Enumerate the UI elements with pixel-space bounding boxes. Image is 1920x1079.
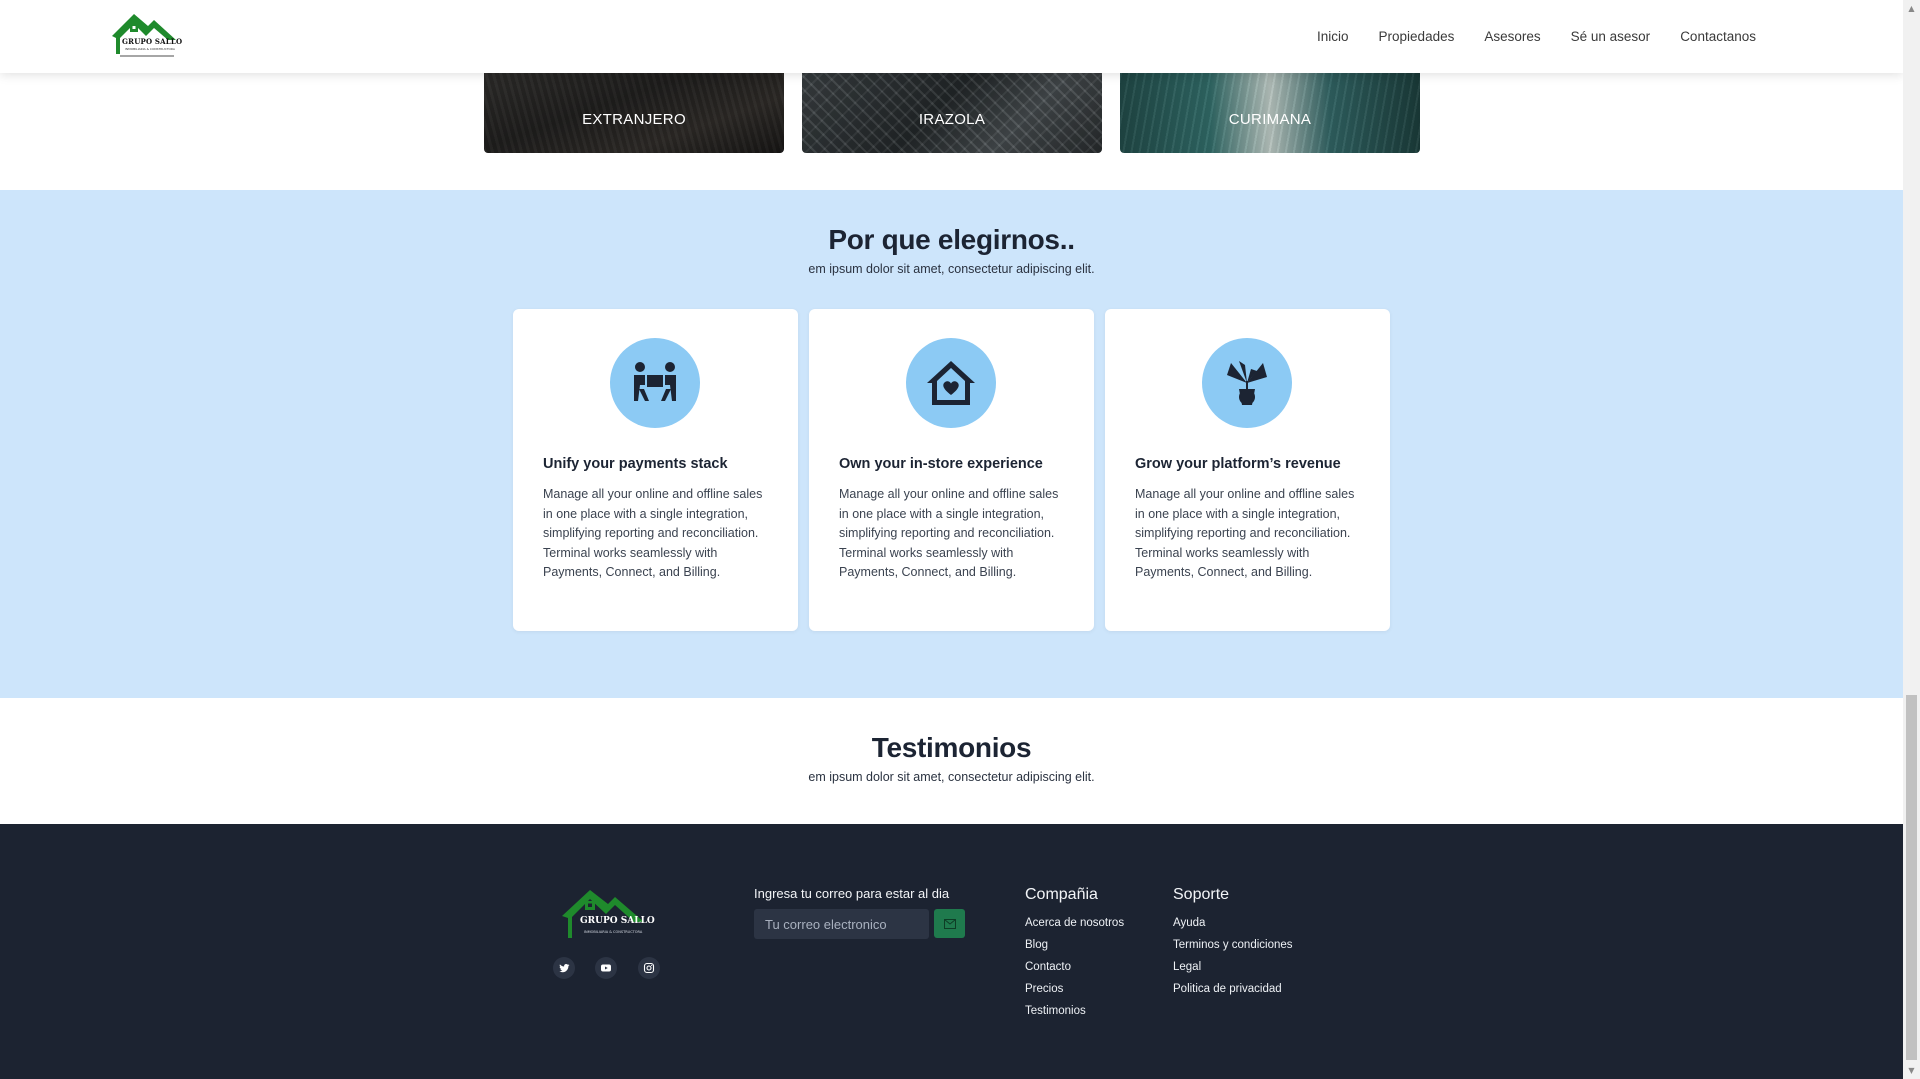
footer-company-links: Acerca de nosotros Blog Contacto Precios… [1025, 916, 1124, 1026]
city-card-curimana[interactable]: CURIMANA [1120, 73, 1420, 153]
testimonials-section: Testimonios em ipsum dolor sit amet, con… [0, 698, 1903, 824]
footer-link-privacidad[interactable]: Politica de privacidad [1173, 982, 1293, 1004]
feature-card: Unify your payments stack Manage all you… [513, 309, 798, 631]
footer-company-title: Compañia [1025, 886, 1098, 903]
footer-support-links: Ayuda Terminos y condiciones Legal Polit… [1173, 916, 1293, 1004]
cities-section: EXTRANJERO IRAZOLA CURIMANA [0, 73, 1903, 190]
city-card-extranjero[interactable]: EXTRANJERO [484, 73, 784, 153]
footer-logo-text: GRUPO SALLO [580, 916, 655, 926]
vertical-scrollbar[interactable]: ▲ ▼ [1903, 0, 1920, 1079]
feature-text: Manage all your online and offline sales… [543, 487, 763, 579]
brand-logo-subtext: INMOBILIARIA & CONSTRUCTORA [125, 47, 175, 51]
instagram-icon [643, 962, 655, 974]
instagram-link[interactable] [638, 957, 660, 979]
footer-link-testimonios[interactable]: Testimonios [1025, 1004, 1124, 1026]
youtube-icon [601, 964, 611, 972]
city-card-label: IRAZOLA [918, 111, 986, 128]
main-nav: Inicio Propiedades Asesores Sé un asesor… [1302, 0, 1771, 73]
nav-link-inicio[interactable]: Inicio [1302, 29, 1364, 44]
nav-link-se-un-asesor[interactable]: Sé un asesor [1556, 29, 1666, 44]
footer-logo-subtext: INMOBILIARIA & CONSTRUCTORA [584, 930, 643, 934]
footer-link-contacto[interactable]: Contacto [1025, 960, 1124, 982]
feature-icon-circle [906, 338, 996, 428]
site-header: GRUPO SALLO INMOBILIARIA & CONSTRUCTORA … [0, 0, 1903, 73]
feature-card: Grow your platform’s revenue Manage all … [1105, 309, 1390, 631]
feature-title: Grow your platform’s revenue [1135, 456, 1341, 472]
nav-link-asesores[interactable]: Asesores [1469, 29, 1555, 44]
page: GRUPO SALLO INMOBILIARIA & CONSTRUCTORA … [0, 0, 1903, 1079]
scrollbar-thumb[interactable] [1906, 695, 1917, 1060]
newsletter-email-input[interactable] [754, 909, 929, 939]
brand-logo-text: GRUPO SALLO [122, 37, 183, 46]
footer-link-legal[interactable]: Legal [1173, 960, 1293, 982]
feature-text: Manage all your online and offline sales… [1135, 487, 1355, 579]
city-card-irazola[interactable]: IRAZOLA [802, 73, 1102, 153]
footer-link-precios[interactable]: Precios [1025, 982, 1124, 1004]
brand-logo[interactable]: GRUPO SALLO INMOBILIARIA & CONSTRUCTORA [108, 10, 183, 58]
testimonials-title: Testimonios [871, 732, 1032, 763]
house-heart-icon [927, 361, 975, 405]
feature-text: Manage all your online and offline sales… [839, 487, 1059, 579]
site-footer: GRUPO SALLO INMOBILIARIA & CONSTRUCTORA … [0, 824, 1903, 1079]
why-us-subtitle: em ipsum dolor sit amet, consectetur adi… [808, 262, 1095, 276]
city-card-label: CURIMANA [1228, 111, 1312, 128]
nav-link-propiedades[interactable]: Propiedades [1364, 29, 1470, 44]
why-us-section: Por que elegirnos.. em ipsum dolor sit a… [0, 190, 1903, 698]
newsletter-label: Ingresa tu correo para estar al dia [754, 886, 950, 901]
feature-title: Own your in-store experience [839, 456, 1043, 472]
footer-link-blog[interactable]: Blog [1025, 938, 1124, 960]
nav-link-contactanos[interactable]: Contactanos [1665, 29, 1771, 44]
why-us-title: Por que elegirnos.. [828, 224, 1075, 255]
city-card-label: EXTRANJERO [582, 111, 686, 128]
feature-card: Own your in-store experience Manage all … [809, 309, 1094, 631]
twitter-icon [559, 964, 570, 973]
scroll-up-arrow-icon[interactable]: ▲ [1903, 0, 1920, 17]
footer-link-ayuda[interactable]: Ayuda [1173, 916, 1293, 938]
potted-plant-icon [1227, 361, 1267, 405]
envelope-icon [943, 918, 956, 929]
twitter-link[interactable] [553, 957, 575, 979]
scroll-down-arrow-icon[interactable]: ▼ [1903, 1062, 1920, 1079]
youtube-link[interactable] [595, 957, 617, 979]
footer-link-terminos[interactable]: Terminos y condiciones [1173, 938, 1293, 960]
people-carrying-box-icon [634, 362, 676, 401]
feature-title: Unify your payments stack [543, 456, 728, 472]
newsletter-submit-button[interactable] [934, 909, 965, 938]
feature-icon-circle [1202, 338, 1292, 428]
footer-support-title: Soporte [1173, 886, 1230, 903]
feature-icon-circle [610, 338, 700, 428]
testimonials-subtitle: em ipsum dolor sit amet, consectetur adi… [808, 770, 1095, 784]
footer-link-acerca[interactable]: Acerca de nosotros [1025, 916, 1124, 938]
